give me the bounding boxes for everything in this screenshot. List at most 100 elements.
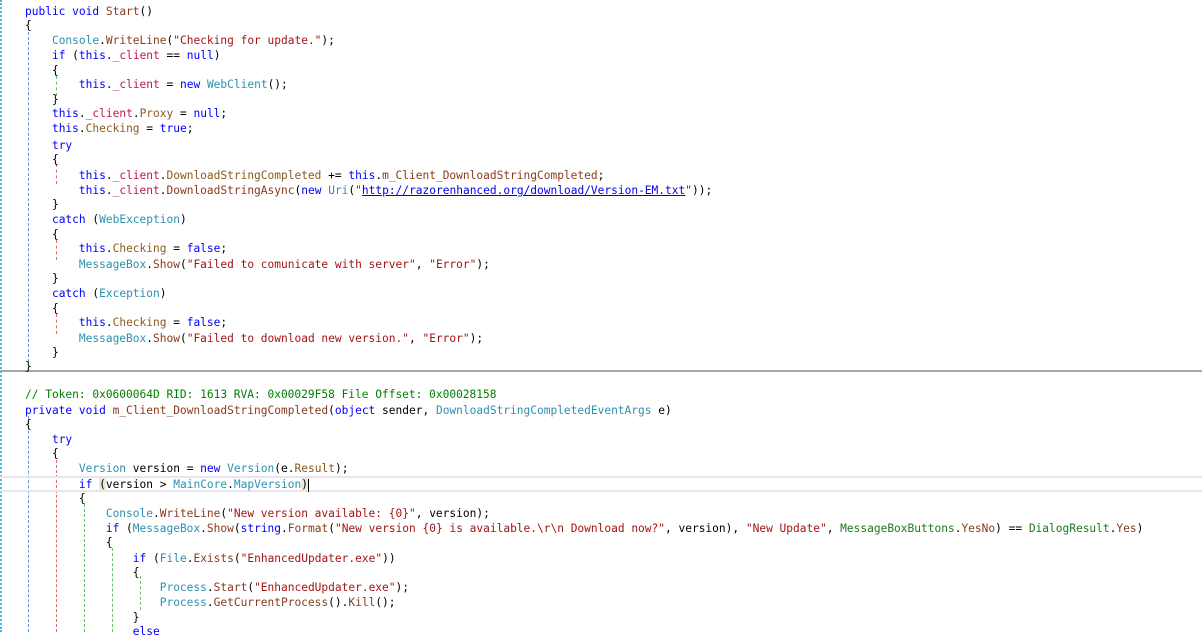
type-ref[interactable]: Console [106,507,153,520]
string-literal: "New Update" [745,522,827,535]
method-ref[interactable]: WriteLine [106,34,167,47]
params: () [139,5,154,18]
type-ref[interactable]: MessageBox [133,522,200,535]
code-line: } [25,345,59,360]
field-ref[interactable]: _client [86,107,133,120]
code-line: this._client = new WebClient(); [78,78,288,91]
field-ref[interactable]: _client [113,169,160,182]
keyword: new [200,462,221,475]
code-line: this.Checking = true; [51,122,194,135]
code-line: this._client.DownloadStringAsync(new Uri… [78,184,713,197]
keyword: if [78,478,93,491]
keyword: this [51,122,79,135]
property-ref[interactable]: Checking [113,316,167,329]
code-line: catch (Exception) [51,287,167,300]
field-ref[interactable]: _client [113,184,160,197]
code-line: { [25,18,32,33]
method-name[interactable]: m_Client_DownloadStringCompleted [113,404,329,417]
code-editor[interactable]: public void Start() { Console.WriteLine(… [0,0,1202,638]
code-line: catch (WebException) [51,213,187,226]
type-ref[interactable]: Version [79,462,126,475]
field-ref[interactable]: _client [113,49,160,62]
method-ref[interactable]: Show [207,522,234,535]
brace: { [25,418,32,431]
method-ref[interactable]: GetCurrentProcess [214,596,329,609]
method-ref[interactable]: Show [153,258,180,271]
type-ref[interactable]: MainCore [173,478,227,491]
type-ref[interactable]: MessageBoxButtons [840,522,955,535]
method-ref[interactable]: WriteLine [160,507,221,520]
param-name: e [658,404,665,417]
keyword: new [301,184,322,197]
property-ref[interactable]: Proxy [140,107,174,120]
method-ref[interactable]: m_Client_DownloadStringCompleted [382,169,598,182]
property-ref[interactable]: Result [295,462,335,475]
method-ref[interactable]: Format [288,522,328,535]
code-line: } [25,271,59,286]
keyword: this [78,242,106,255]
code-line: Console.WriteLine("Checking for update."… [51,34,335,47]
code-line: this._client.Proxy = null; [51,107,228,120]
method-ref[interactable]: Exists [193,552,233,565]
brace: } [132,611,140,624]
type-ref[interactable]: WebClient [207,78,268,91]
keyword: new [179,78,201,91]
keyword: false [186,316,221,329]
method-ref[interactable]: Start [214,581,248,594]
type-ref[interactable]: WebException [99,213,180,226]
event-ref[interactable]: DownloadStringCompleted [167,169,322,182]
keyword: object [334,404,376,417]
enum-member[interactable]: Yes [1116,522,1136,535]
code-line: { [25,227,59,242]
enum-member[interactable]: YesNo [961,522,995,535]
keyword: true [159,122,187,135]
param-name: sender [382,404,423,417]
type-ref[interactable]: MessageBox [79,258,146,271]
method-ref[interactable]: Kill [348,596,375,609]
keyword: catch [51,287,86,300]
string-literal: "Failed to comunicate with server" [186,258,416,271]
keyword: null [186,49,214,62]
code-line: MessageBox.Show("Failed to comunicate wi… [78,258,490,271]
brace: } [51,346,59,359]
type-ref[interactable]: Console [52,34,99,47]
keyword: false [186,242,221,255]
type-ref[interactable]: DownloadStringCompletedEventArgs [436,404,652,417]
url-link[interactable]: http://razorenhanced.org/download/Versio… [362,184,685,197]
code-line: public void Start() [25,4,153,19]
keyword: string [240,522,282,535]
property-ref[interactable]: Checking [86,122,140,135]
code-line: this.Checking = false; [78,316,228,329]
brace: } [51,272,59,285]
local-var: version [678,522,726,535]
property-ref[interactable]: Checking [113,242,167,255]
brace: { [51,153,59,166]
field-ref[interactable]: MapVersion [234,478,301,491]
brace: { [51,447,59,460]
brace: } [51,93,59,106]
code-line: if (MessageBox.Show(string.Format("New v… [105,522,1144,535]
field-ref[interactable]: _client [113,78,160,91]
type-ref[interactable]: Process [160,596,207,609]
keyword: if [132,552,147,565]
method-name[interactable]: Start [106,5,140,18]
type-ref[interactable]: Process [160,581,207,594]
outline-margin [0,0,2,632]
type-ref[interactable]: Exception [99,287,160,300]
type-ref[interactable]: Uri [328,184,348,197]
type-ref[interactable]: DialogResult [1029,522,1110,535]
method-ref[interactable]: Show [153,332,180,345]
string-literal: "New version available: {0}" [227,507,416,520]
code-line: { [25,491,86,506]
local-var: version [132,462,180,475]
method-separator [0,370,1202,372]
code-line: try [25,138,72,153]
brace: { [51,302,59,315]
code-line: if (File.Exists("EnhancedUpdater.exe")) [132,552,396,565]
keyword: catch [51,213,86,226]
type-ref[interactable]: MessageBox [79,332,146,345]
keyword: try [51,139,73,152]
type-ref[interactable]: Version [227,462,274,475]
method-ref[interactable]: DownloadStringAsync [167,184,295,197]
type-ref[interactable]: File [160,552,187,565]
